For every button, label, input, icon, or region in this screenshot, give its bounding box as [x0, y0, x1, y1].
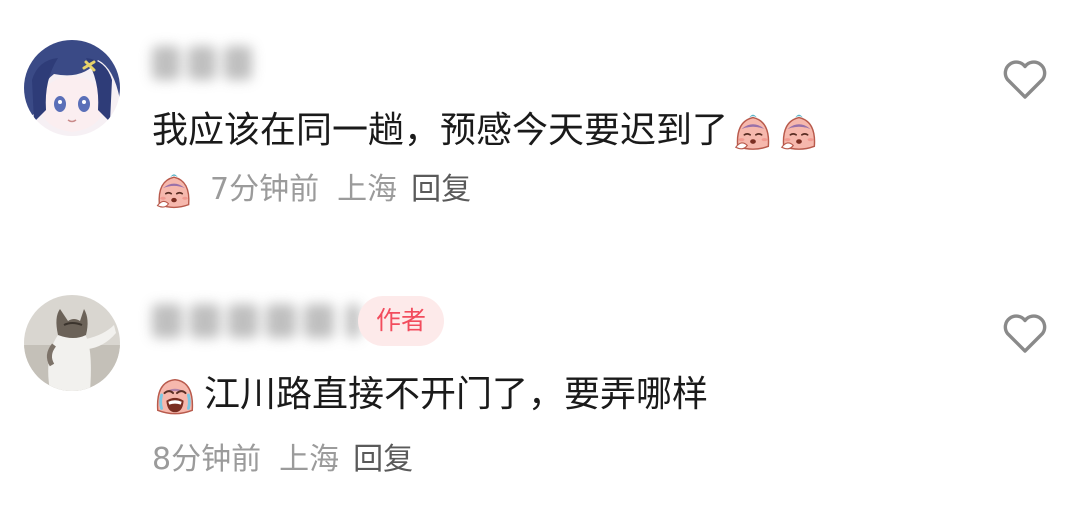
comment-text: 我应该在同一趟，预感今天要迟到了	[152, 108, 822, 154]
comment-location: 上海	[279, 442, 340, 477]
reply-button[interactable]: 回复	[353, 440, 413, 480]
sad-face-emoji	[156, 173, 190, 209]
reply-button[interactable]: 回复	[411, 170, 471, 210]
comment-text: 江川路直接不开门了，要弄哪样	[152, 372, 708, 418]
username-blurred[interactable]	[152, 46, 260, 86]
heart-outline-icon[interactable]	[1000, 54, 1050, 104]
crying-face-emoji	[156, 378, 194, 416]
anime-girl-avatar[interactable]	[24, 40, 120, 136]
sad-face-emoji	[780, 113, 816, 151]
comment-time: 7分钟前	[210, 172, 320, 207]
sad-face-emoji	[734, 113, 770, 151]
author-badge: 作者	[358, 296, 445, 346]
heart-outline-icon[interactable]	[1000, 308, 1050, 358]
username-blurred[interactable]	[152, 304, 368, 344]
comment-meta: 7分钟前 上海 回复	[152, 168, 471, 212]
comment-body: 江川路直接不开门了，要弄哪样	[204, 374, 709, 415]
cat-photo-avatar[interactable]	[24, 295, 120, 391]
comment-location: 上海	[337, 172, 398, 207]
comment-time: 8分钟前	[152, 442, 262, 477]
comment-meta: 8分钟前 上海 回复	[152, 440, 413, 480]
comment-body: 我应该在同一趟，预感今天要迟到了	[152, 110, 729, 151]
